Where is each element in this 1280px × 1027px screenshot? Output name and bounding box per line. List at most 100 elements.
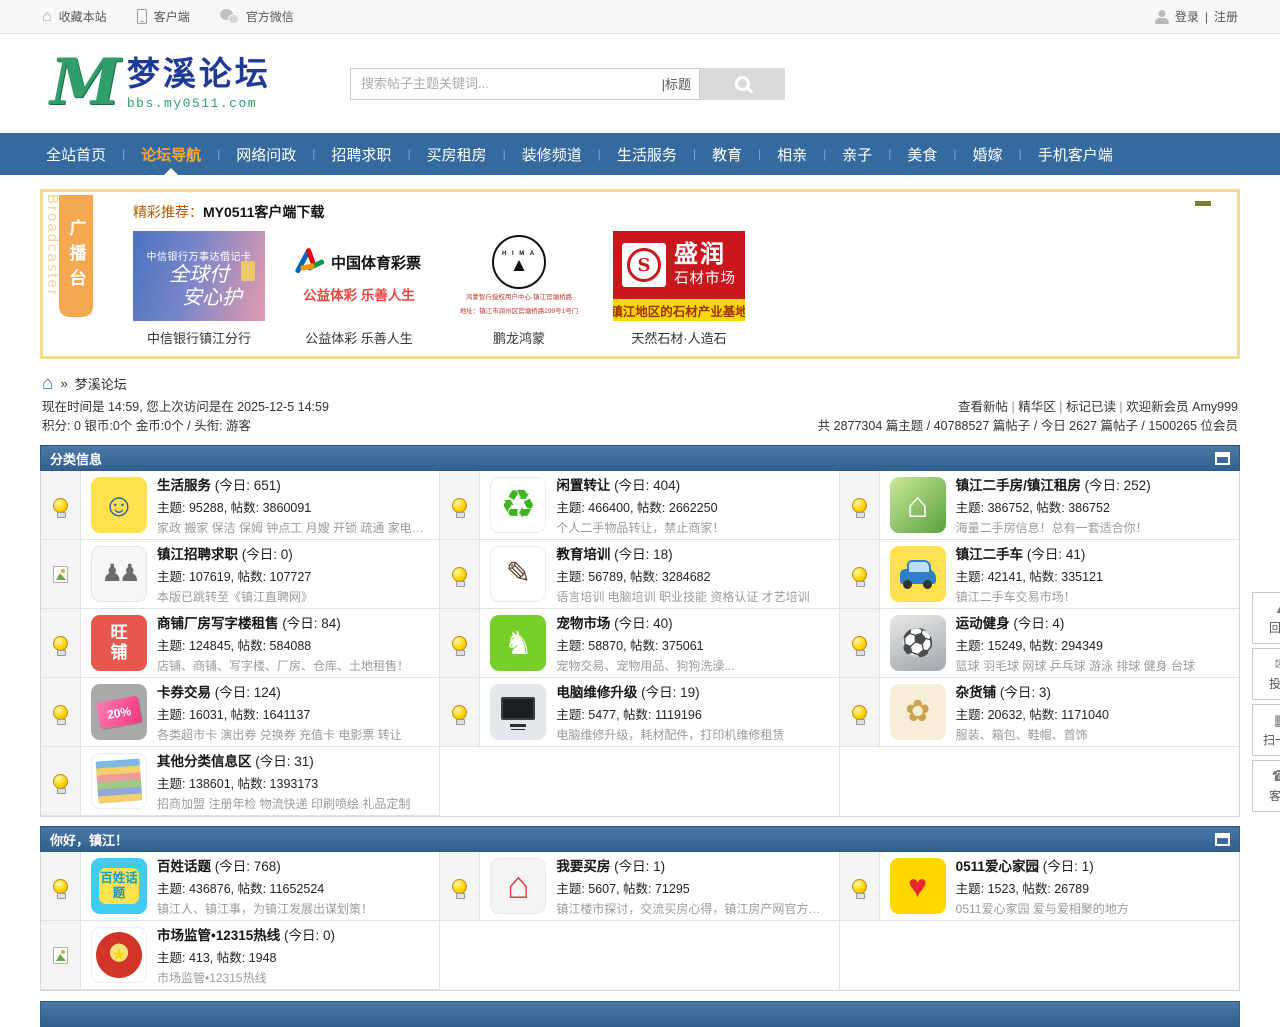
forum-title-link[interactable]: 闲置转让: [556, 478, 610, 493]
nav-item-8[interactable]: 相亲: [761, 133, 823, 175]
logo-m-mark: M: [50, 56, 121, 110]
forum-title-row: 宠物市场 (今日: 40): [556, 612, 734, 632]
nav-item-6[interactable]: 生活服务: [601, 133, 693, 175]
forum-counts: 主题: 16031, 帖数: 1641137: [157, 704, 402, 723]
login-link[interactable]: 登录: [1175, 8, 1199, 25]
house-rent-icon: ⌂: [890, 477, 946, 533]
site-logo[interactable]: M 梦溪论坛 bbs.my0511.com: [50, 56, 280, 110]
forum-cell-body: ✎教育培训 (今日: 18)主题: 56789, 帖数: 3284682语言培训…: [480, 540, 838, 608]
forum-today-count: (今日: 19): [637, 685, 699, 700]
lightbulb-icon: [53, 774, 68, 789]
ad-sports-banner[interactable]: 中国体育彩票 公益体彩 乐善人生: [293, 231, 425, 321]
nav-item-5[interactable]: 装修频道: [506, 133, 598, 175]
nav-item-10[interactable]: 美食: [891, 133, 953, 175]
complaint-button[interactable]: ✉投诉: [1252, 648, 1280, 700]
home-icon: ⌂: [42, 9, 52, 25]
meta-link-0[interactable]: 查看新帖: [958, 400, 1008, 414]
nav-item-9[interactable]: 亲子: [826, 133, 888, 175]
collapse-section-icon[interactable]: [1215, 833, 1230, 846]
forum-title-link[interactable]: 卡券交易: [157, 685, 211, 700]
nav-item-2[interactable]: 网络问政: [220, 133, 312, 175]
forum-title-link[interactable]: 杂货铺: [956, 685, 997, 700]
nav-item-4[interactable]: 买房租房: [411, 133, 503, 175]
misc-info-icon: [91, 753, 147, 809]
forum-counts: 主题: 56789, 帖数: 3284682: [556, 566, 809, 585]
forum-today-count: (今日: 41): [1023, 547, 1085, 562]
search-box: |标题: [350, 68, 700, 100]
forum-description: 招商加盟 注册年检 物流快递 印刷喷绘 礼品定制: [157, 795, 410, 812]
minimize-panel-button[interactable]: [1195, 201, 1211, 206]
forum-title-link[interactable]: 生活服务: [157, 478, 211, 493]
scan-qr-icon: ▦: [1274, 713, 1280, 728]
forum-title-link[interactable]: 教育培训: [556, 547, 610, 562]
ad-hima-banner[interactable]: H I M A ▲ 鸿蒙智行授权用户中心·镇江官塘桥路 地址：镇江市润州区官塘桥…: [453, 231, 585, 321]
broadcaster-ribbon[interactable]: 广播台: [59, 195, 93, 317]
nav-item-1[interactable]: 论坛导航: [125, 133, 217, 175]
forum-cell: ♟♟镇江招聘求职 (今日: 0)主题: 107619, 帖数: 107727本版…: [41, 540, 440, 609]
search-scope-selector[interactable]: |标题: [662, 74, 691, 93]
forum-cell: ⚽运动健身 (今日: 4)主题: 15249, 帖数: 294349篮球 羽毛球…: [840, 609, 1239, 678]
forum-title-link[interactable]: 镇江二手房/镇江租房: [956, 478, 1081, 493]
forum-cell-body: ☺生活服务 (今日: 651)主题: 95288, 帖数: 3860091家政 …: [81, 471, 439, 539]
meta-link-1[interactable]: 精华区: [1018, 400, 1056, 414]
meta-link-2[interactable]: 标记已读: [1066, 400, 1116, 414]
redirect-icon: [53, 566, 68, 583]
favorite-site-link[interactable]: ⌂ 收藏本站: [42, 8, 107, 25]
ad-sports-lottery[interactable]: 中国体育彩票 公益体彩 乐善人生 公益体彩 乐善人生: [293, 231, 425, 347]
search-input[interactable]: [361, 76, 662, 91]
official-wechat-label: 官方微信: [246, 8, 294, 25]
nav-item-11[interactable]: 婚嫁: [957, 133, 1019, 175]
register-link[interactable]: 注册: [1214, 8, 1238, 25]
forum-cell-body: ♟♟镇江招聘求职 (今日: 0)主题: 107619, 帖数: 107727本版…: [81, 540, 439, 608]
ad-hima[interactable]: H I M A ▲ 鸿蒙智行授权用户中心·镇江官塘桥路 地址：镇江市润州区官塘桥…: [453, 231, 585, 347]
ad-stone-market[interactable]: S 盛润 石材市场 镇江地区的石材产业基地 天然石材·人造石: [613, 231, 745, 347]
section-header: 你好，镇江！: [40, 826, 1240, 852]
search-button[interactable]: [700, 68, 785, 100]
scan-qr-button[interactable]: ▦扫一扫: [1252, 704, 1280, 756]
ad-caption[interactable]: 中信银行镇江分行: [133, 328, 265, 347]
forum-title-link[interactable]: 百姓话题: [157, 859, 211, 874]
sports-icon: ⚽: [890, 615, 946, 671]
forum-cell: [440, 921, 839, 990]
forum-counts: 主题: 95288, 帖数: 3860091: [157, 497, 429, 516]
client-app-link[interactable]: 客户端: [137, 8, 190, 25]
forum-today-count: (今日: 31): [252, 754, 314, 769]
new-posts-indicator: [440, 678, 480, 746]
ad-caption[interactable]: 鹏龙鸿蒙: [453, 328, 585, 347]
forum-title-link[interactable]: 宠物市场: [556, 616, 610, 631]
ad-row: 中信银行万事达借记卡 全球付 安心护 中信银行镇江分行 中国体育彩票 公益体彩 …: [133, 231, 1227, 347]
forum-cell: 电脑维修升级 (今日: 19)主题: 5477, 帖数: 1119196电脑维修…: [440, 678, 839, 747]
nav-item-0[interactable]: 全站首页: [30, 133, 122, 175]
pets-icon: ♞: [490, 615, 546, 671]
ad-caption[interactable]: 天然石材·人造石: [613, 328, 745, 347]
forum-title-link[interactable]: 电脑维修升级: [556, 685, 637, 700]
forum-title-link[interactable]: 镇江二手车: [956, 547, 1024, 562]
forum-title-link[interactable]: 商铺厂房写字楼租售: [157, 616, 279, 631]
breadcrumb-current[interactable]: 梦溪论坛: [75, 374, 127, 393]
new-posts-indicator: [440, 540, 480, 608]
ad-citic-banner[interactable]: 中信银行万事达借记卡 全球付 安心护: [133, 231, 265, 321]
nav-item-3[interactable]: 招聘求职: [315, 133, 407, 175]
cards-icon: 20%: [91, 684, 147, 740]
collapse-section-icon[interactable]: [1215, 452, 1230, 465]
forum-title-row: 镇江招聘求职 (今日: 0): [157, 543, 313, 563]
forum-title-link[interactable]: 我要买房: [556, 859, 610, 874]
ad-caption[interactable]: 公益体彩 乐善人生: [293, 328, 425, 347]
forum-title-link[interactable]: 其他分类信息区: [157, 754, 252, 769]
forum-cell-body: ♞宠物市场 (今日: 40)主题: 58870, 帖数: 375061宠物交易、…: [480, 609, 838, 677]
official-wechat-link[interactable]: 官方微信: [220, 8, 294, 25]
nav-item-7[interactable]: 教育: [696, 133, 758, 175]
forum-title-link[interactable]: 0511爱心家园: [956, 859, 1039, 874]
breadcrumb-home-icon[interactable]: ⌂: [42, 374, 53, 393]
redirect-icon: [53, 947, 68, 964]
breadcrumb: ⌂ » 梦溪论坛: [42, 374, 1238, 393]
back-to-top-button[interactable]: ▲回顶: [1252, 592, 1280, 644]
forum-title-link[interactable]: 镇江招聘求职: [157, 547, 238, 562]
nav-item-12[interactable]: 手机客户端: [1022, 133, 1129, 175]
forum-title-link[interactable]: 运动健身: [956, 616, 1010, 631]
service-button[interactable]: ☎客服: [1252, 760, 1280, 812]
ad-stone-banner[interactable]: S 盛润 石材市场 镇江地区的石材产业基地: [613, 231, 745, 321]
ad-citic-bank[interactable]: 中信银行万事达借记卡 全球付 安心护 中信银行镇江分行: [133, 231, 265, 347]
forum-title-link[interactable]: 市场监管•12315热线: [157, 928, 280, 943]
headline-text[interactable]: MY0511客户端下载: [203, 204, 324, 220]
